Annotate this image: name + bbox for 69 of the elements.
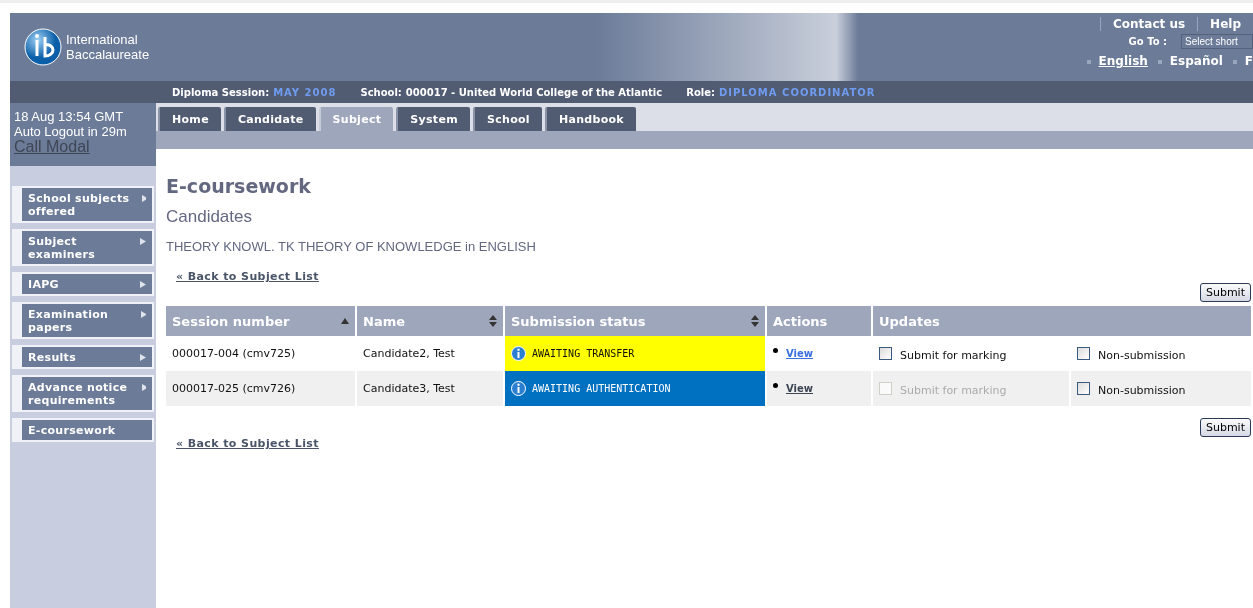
arrow-icon bbox=[140, 311, 146, 318]
status-cell: AWAITING TRANSFER bbox=[504, 336, 766, 371]
info-item: School: 000017 - United World College of the Atlantic bbox=[360, 86, 663, 98]
language-link[interactable]: English bbox=[1086, 54, 1148, 68]
checkbox-label: Non-submission bbox=[1098, 384, 1186, 397]
checkbox[interactable] bbox=[1077, 382, 1090, 395]
info-icon bbox=[511, 346, 526, 361]
language-link[interactable]: Español bbox=[1157, 54, 1223, 68]
table-cell: Candidate3, Test bbox=[356, 371, 504, 406]
arrow-icon bbox=[140, 354, 146, 361]
checkbox[interactable] bbox=[1077, 347, 1090, 360]
submit-button[interactable]: Submit bbox=[1199, 283, 1251, 302]
header-link[interactable]: Help bbox=[1197, 17, 1253, 31]
nav-tab[interactable]: School bbox=[472, 107, 542, 131]
sidebar-item[interactable]: School subjects offered bbox=[12, 186, 154, 223]
sidebar-item[interactable]: E-coursework bbox=[12, 418, 154, 442]
table-cell: Candidate2, Test bbox=[356, 336, 504, 371]
checkbox[interactable] bbox=[879, 347, 892, 360]
sort-icon[interactable] bbox=[751, 315, 759, 327]
auto-logout-text: Auto Logout in 29m bbox=[14, 124, 127, 139]
nav-tab[interactable]: Handbook bbox=[544, 107, 636, 131]
view-link[interactable]: View bbox=[786, 348, 813, 359]
call-modal-link[interactable]: Call Modal bbox=[14, 139, 90, 154]
column-header[interactable]: Updates bbox=[872, 306, 1252, 336]
info-item: Role: DIPLOMA COORDINATOR bbox=[686, 86, 876, 98]
sidebar-item[interactable]: Results bbox=[12, 345, 154, 369]
language-link[interactable]: F bbox=[1232, 54, 1253, 68]
column-header[interactable]: Name bbox=[356, 306, 504, 336]
info-icon bbox=[511, 381, 526, 396]
nav-tab[interactable]: Subject bbox=[318, 107, 394, 131]
bullet-icon bbox=[773, 383, 778, 388]
arrow-icon bbox=[142, 384, 146, 391]
back-link[interactable]: « Back to Subject List bbox=[176, 270, 319, 283]
subject-name: THEORY KNOWL. TK THEORY OF KNOWLEDGE in ENGLISH bbox=[166, 239, 537, 254]
sidebar-item[interactable]: Subject examiners bbox=[12, 229, 154, 266]
go-to-label: Go To : bbox=[1128, 36, 1167, 47]
sidebar-item[interactable]: Examination papers bbox=[12, 302, 154, 339]
sort-icon[interactable] bbox=[489, 315, 497, 327]
sidebar-item[interactable]: Advance notice requirements bbox=[12, 375, 154, 412]
sort-ascending-icon[interactable] bbox=[341, 318, 349, 324]
arrow-icon bbox=[140, 238, 146, 245]
info-item: Diploma Session: MAY 2008 bbox=[172, 86, 337, 98]
logo-text: International bbox=[66, 32, 139, 47]
checkbox-label: Non-submission bbox=[1098, 349, 1186, 362]
sidebar-item[interactable]: IAPG bbox=[12, 272, 154, 296]
logo-icon bbox=[24, 28, 62, 66]
status-cell: AWAITING AUTHENTICATION bbox=[504, 371, 766, 406]
clock-time: 18 Aug 13:54 GMT bbox=[14, 109, 124, 124]
nav-tab[interactable]: Candidate bbox=[223, 107, 316, 131]
go-to-select[interactable]: Select short bbox=[1181, 34, 1253, 49]
column-header[interactable]: Submission status bbox=[504, 306, 766, 336]
checkbox-label: Submit for marking bbox=[900, 349, 1007, 362]
checkbox-label: Submit for marking bbox=[900, 384, 1007, 397]
arrow-icon bbox=[141, 195, 146, 202]
nav-tab[interactable]: System bbox=[396, 107, 470, 131]
page-subtitle: Candidates bbox=[166, 207, 253, 227]
header-link[interactable]: Contact us bbox=[1099, 17, 1198, 31]
view-link[interactable]: View bbox=[786, 383, 813, 394]
table-cell: 000017-004 (cmv725) bbox=[166, 336, 356, 371]
column-header[interactable]: Actions bbox=[766, 306, 872, 336]
page-title: E-coursework bbox=[166, 175, 312, 197]
back-link[interactable]: « Back to Subject List bbox=[176, 437, 319, 450]
arrow-icon bbox=[140, 281, 146, 288]
nav-tab[interactable]: Home bbox=[158, 107, 221, 131]
table-cell: 000017-025 (cmv726) bbox=[166, 371, 356, 406]
column-header[interactable]: Session number bbox=[166, 306, 356, 336]
logo-text: Baccalaureate bbox=[66, 47, 150, 62]
submit-button[interactable]: Submit bbox=[1199, 418, 1251, 437]
bullet-icon bbox=[773, 348, 778, 353]
